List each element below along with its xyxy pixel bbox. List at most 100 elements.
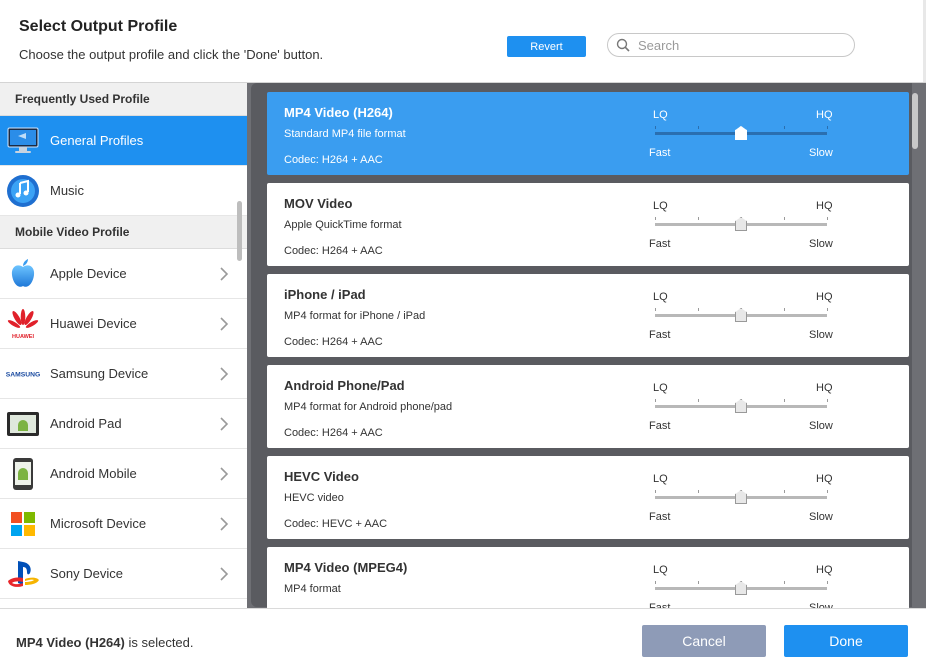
profile-title: Android Phone/Pad [284, 378, 405, 393]
profile-card[interactable]: HEVC Video HEVC video Codec: HEVC + AAC LQ H… [267, 456, 909, 539]
sidebar-item-label: Samsung Device [50, 366, 149, 381]
slider-tick [827, 217, 828, 220]
profile-codec: Codec: HEVC + AAC [284, 518, 388, 530]
playstation-icon [5, 556, 41, 592]
cancel-button[interactable]: Cancel [642, 625, 766, 657]
search-icon [616, 38, 630, 52]
profile-list-panel: MP4 Video (H264) Standard MP4 file format… [247, 82, 926, 608]
section-mobile-video: Mobile Video Profile [0, 216, 247, 249]
music-icon [5, 173, 41, 209]
slider-tick [827, 308, 828, 311]
done-button[interactable]: Done [784, 625, 908, 657]
android-pad-icon [5, 406, 41, 442]
profile-card[interactable]: MP4 Video (MPEG4) MP4 format LQ HQ Fast Slow [267, 547, 909, 608]
sidebar-item-label: Apple Device [50, 266, 127, 281]
profile-card[interactable]: iPhone / iPad MP4 format for iPhone / iPa… [267, 274, 909, 357]
apple-icon [5, 256, 41, 292]
slider-hq-label: HQ [816, 109, 833, 121]
sidebar-item-general-profiles[interactable]: General Profiles [0, 116, 247, 166]
sidebar-item-android-mobile[interactable]: Android Mobile [0, 449, 247, 499]
quality-slider-thumb[interactable] [735, 399, 747, 413]
dialog-title: Select Output Profile [19, 18, 178, 35]
slider-fast-label: Fast [649, 329, 671, 341]
quality-slider-thumb[interactable] [735, 308, 747, 322]
slider-hq-label: HQ [816, 382, 833, 394]
profile-card[interactable]: MOV Video Apple QuickTime format Codec: H2… [267, 183, 909, 266]
monitor-icon [5, 123, 41, 159]
selected-suffix: is selected. [124, 635, 194, 650]
slider-tick [784, 126, 785, 129]
quality-slider-thumb[interactable] [735, 217, 747, 231]
slider-tick [698, 126, 699, 129]
profile-title: MOV Video [284, 196, 353, 211]
profile-card[interactable]: Android Phone/Pad MP4 format for Android … [267, 365, 909, 448]
slider-tick [655, 308, 656, 311]
sidebar-item-label: Sony Device [50, 566, 123, 581]
slider-tick [698, 581, 699, 584]
selection-status: MP4 Video (H264) is selected. [16, 635, 194, 650]
profile-title: iPhone / iPad [284, 287, 366, 302]
search-box[interactable] [607, 33, 855, 57]
quality-slider-thumb[interactable] [735, 490, 747, 504]
dialog-footer: MP4 Video (H264) is selected. Cancel Don… [0, 608, 926, 669]
slider-slow-label: Slow [809, 147, 833, 159]
slider-lq-label: LQ [653, 382, 668, 394]
sidebar-item-label: Huawei Device [50, 316, 137, 331]
profile-title: MP4 Video (H264) [284, 105, 393, 120]
slider-tick [784, 399, 785, 402]
slider-fast-label: Fast [649, 420, 671, 432]
sidebar-item-label: Microsoft Device [50, 516, 147, 531]
sidebar-item-sony-device[interactable]: Sony Device [0, 549, 247, 599]
profile-list-scrollbar[interactable] [912, 93, 918, 149]
profile-card[interactable]: MP4 Video (H264) Standard MP4 file format… [267, 92, 909, 175]
sidebar-item-apple-device[interactable]: Apple Device [0, 249, 247, 299]
sidebar-item-huawei-device[interactable]: HUAWEI Huawei Device [0, 299, 247, 349]
sidebar-item-microsoft-device[interactable]: Microsoft Device [0, 499, 247, 549]
sidebar-item-label: General Profiles [50, 133, 144, 148]
slider-hq-label: HQ [816, 200, 833, 212]
sidebar-item-android-pad[interactable]: Android Pad [0, 399, 247, 449]
slider-fast-label: Fast [649, 511, 671, 523]
sidebar-item-samsung-device[interactable]: SAMSUNG Samsung Device [0, 349, 247, 399]
slider-tick [784, 490, 785, 493]
slider-tick [827, 581, 828, 584]
chevron-right-icon [220, 567, 229, 581]
slider-fast-label: Fast [649, 238, 671, 250]
slider-lq-label: LQ [653, 291, 668, 303]
slider-tick [698, 308, 699, 311]
slider-tick [655, 126, 656, 129]
profile-description: Apple QuickTime format [284, 219, 402, 231]
revert-button[interactable]: Revert [507, 36, 586, 57]
search-input[interactable] [638, 37, 828, 53]
slider-tick [784, 581, 785, 584]
slider-hq-label: HQ [816, 291, 833, 303]
slider-lq-label: LQ [653, 109, 668, 121]
profile-codec: Codec: H264 + AAC [284, 336, 383, 348]
profile-list: MP4 Video (H264) Standard MP4 file format… [251, 83, 912, 608]
android-mobile-icon [5, 456, 41, 492]
chevron-right-icon [220, 317, 229, 331]
sidebar-item-label: Music [50, 183, 84, 198]
quality-slider-thumb[interactable] [735, 126, 747, 140]
section-frequently-used: Frequently Used Profile [0, 83, 247, 116]
slider-tick [827, 490, 828, 493]
dialog-header: Select Output Profile Choose the output … [0, 0, 926, 82]
svg-text:HUAWEI: HUAWEI [12, 334, 34, 340]
quality-slider-thumb[interactable] [735, 581, 747, 595]
slider-slow-label: Slow [809, 329, 833, 341]
sidebar-item-music[interactable]: Music [0, 166, 247, 216]
slider-tick [655, 490, 656, 493]
chevron-right-icon [220, 267, 229, 281]
slider-fast-label: Fast [649, 147, 671, 159]
profile-title: HEVC Video [284, 469, 359, 484]
huawei-icon: HUAWEI [5, 306, 41, 342]
sidebar-scrollbar[interactable] [237, 201, 242, 261]
profile-category-sidebar: Frequently Used Profile General Profiles [0, 82, 247, 608]
slider-hq-label: HQ [816, 473, 833, 485]
svg-text:SAMSUNG: SAMSUNG [6, 371, 41, 378]
slider-slow-label: Slow [809, 420, 833, 432]
sidebar-item-label: Android Pad [50, 416, 122, 431]
slider-tick [655, 581, 656, 584]
slider-tick [784, 308, 785, 311]
slider-tick [698, 490, 699, 493]
